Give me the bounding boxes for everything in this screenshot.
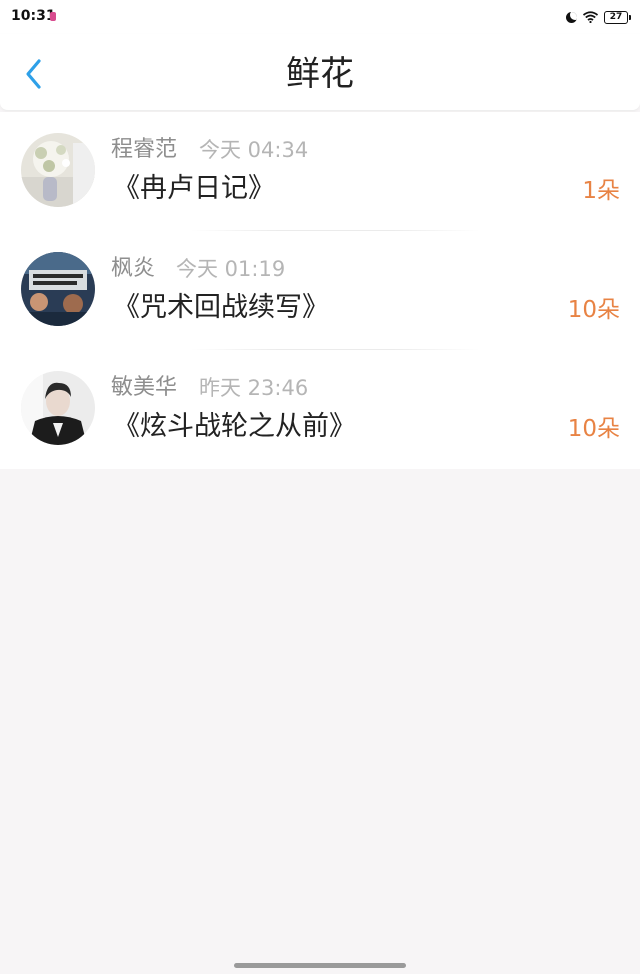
avatar[interactable] [21,371,95,445]
list-item[interactable]: 敏美华 昨天 23:46 《炫斗战轮之从前》 10朵 [0,350,640,469]
book-title: 《冉卢日记》 [113,173,275,204]
user-name: 程睿范 [111,137,178,162]
flower-list: 程睿范 今天 04:34 《冉卢日记》 1朵 枫炎 今天 01:19 《咒术回战… [0,112,640,469]
list-item[interactable]: 程睿范 今天 04:34 《冉卢日记》 1朵 [0,112,640,231]
list-item[interactable]: 枫炎 今天 01:19 《咒术回战续写》 10朵 [0,231,640,350]
timestamp: 今天 04:34 [199,138,309,162]
status-bar: 10:31 27 [0,0,640,34]
timestamp: 今天 01:19 [176,257,286,281]
avatar[interactable] [21,133,95,207]
flower-count: 10朵 [567,416,620,442]
status-time: 10:31 [11,8,56,24]
header: 鲜花 [0,34,640,111]
status-icons: 27 [566,9,631,25]
book-title: 《炫斗战轮之从前》 [113,411,356,442]
home-indicator[interactable] [234,963,406,968]
app-notification-icon [50,12,56,21]
battery-icon: 27 [604,10,631,24]
flower-count: 10朵 [567,297,620,323]
page-title: 鲜花 [286,54,354,94]
timestamp: 昨天 23:46 [199,376,309,400]
moon-icon [566,11,577,23]
book-title: 《咒术回战续写》 [113,292,329,323]
user-name: 枫炎 [111,256,156,281]
wifi-icon [583,11,598,23]
avatar[interactable] [21,252,95,326]
flower-count: 1朵 [582,178,620,204]
user-name: 敏美华 [111,375,178,400]
